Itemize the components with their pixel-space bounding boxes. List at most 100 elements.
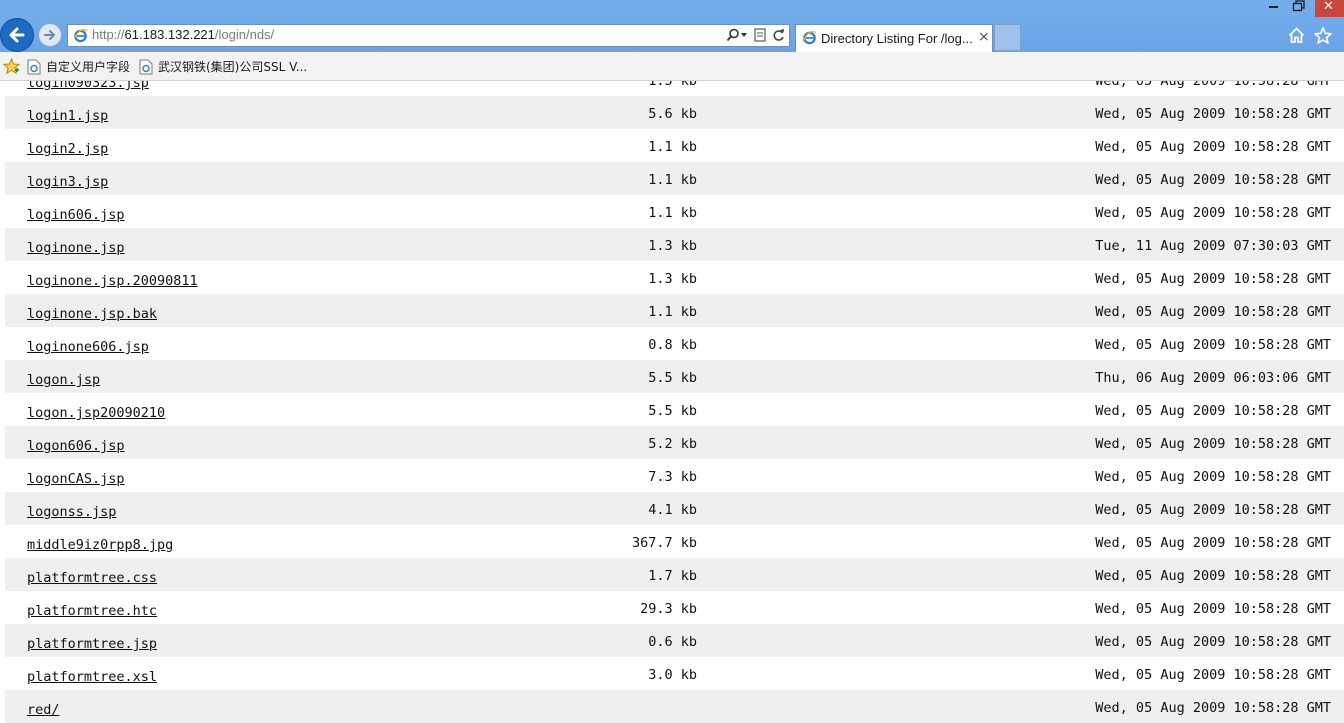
file-date: Wed, 05 Aug 2009 10:58:28 GMT	[1095, 304, 1331, 320]
table-row: logon.jsp 5.5 kb Thu, 06 Aug 2009 06:03:06…	[5, 360, 1344, 393]
file-date: Wed, 05 Aug 2009 10:58:28 GMT	[1095, 139, 1331, 155]
file-size: 7.3 kb	[648, 469, 697, 485]
back-button[interactable]	[0, 18, 34, 52]
file-size: 1.1 kb	[648, 205, 697, 221]
table-row: platformtree.xsl 3.0 kb Wed, 05 Aug 2009 1…	[5, 657, 1344, 690]
file-link[interactable]: login606.jsp	[27, 207, 125, 223]
file-link[interactable]: logon.jsp20090210	[27, 405, 165, 421]
ie-logo-icon	[73, 28, 88, 43]
page-icon	[139, 59, 153, 75]
file-link[interactable]: platformtree.jsp	[27, 636, 157, 652]
favorite-label: 自定义用户字段	[46, 60, 131, 74]
file-date: Wed, 05 Aug 2009 10:58:28 GMT	[1095, 271, 1331, 287]
table-row: loginone606.jsp 0.8 kb Wed, 05 Aug 2009 10…	[5, 327, 1344, 360]
url-scheme: http://	[92, 27, 125, 42]
close-icon[interactable]: ×	[978, 29, 990, 45]
table-row: login606.jsp 1.1 kb Wed, 05 Aug 2009 10:58…	[5, 195, 1344, 228]
file-date: Tue, 11 Aug 2009 07:30:03 GMT	[1095, 238, 1331, 254]
file-size: 1.3 kb	[648, 238, 697, 254]
window-close-button[interactable]: ✕	[1315, 0, 1344, 17]
file-link[interactable]: loginone.jsp	[27, 240, 125, 256]
file-date: Wed, 05 Aug 2009 10:58:28 GMT	[1095, 700, 1331, 716]
favorites-bar: 自定义用户字段 武汉钢铁(集团)公司SSL V...	[0, 52, 1344, 81]
favorite-label: 武汉钢铁(集团)公司SSL V...	[158, 60, 308, 74]
add-favorite-icon[interactable]	[3, 58, 20, 75]
favorites-star-icon[interactable]	[1314, 27, 1332, 44]
file-link[interactable]: platformtree.xsl	[27, 669, 157, 685]
close-icon: ✕	[1323, 0, 1334, 14]
file-link[interactable]: login2.jsp	[27, 141, 108, 157]
file-size: 1.7 kb	[648, 568, 697, 584]
file-date: Wed, 05 Aug 2009 10:58:28 GMT	[1095, 205, 1331, 221]
table-row: platformtree.jsp 0.6 kb Wed, 05 Aug 2009 1…	[5, 624, 1344, 657]
file-size: 0.8 kb	[648, 337, 697, 353]
file-date: Wed, 05 Aug 2009 10:58:28 GMT	[1095, 667, 1331, 683]
browser-chrome: http://61.183.132.221/login/nds/ Directo…	[0, 0, 1344, 81]
tab-directory-listing[interactable]: Directory Listing For /log... ×	[795, 24, 993, 52]
file-link[interactable]: loginone.jsp.bak	[27, 306, 157, 322]
home-icon[interactable]	[1288, 27, 1305, 43]
file-size: 3.0 kb	[648, 667, 697, 683]
table-row: login3.jsp 1.1 kb Wed, 05 Aug 2009 10:58:2…	[5, 162, 1344, 195]
search-icon[interactable]	[726, 28, 748, 42]
table-row: logonCAS.jsp 7.3 kb Wed, 05 Aug 2009 10:58…	[5, 459, 1344, 492]
table-row: loginone.jsp 1.3 kb Tue, 11 Aug 2009 07:30…	[5, 228, 1344, 261]
table-row: red/Wed, 05 Aug 2009 10:58:28 GMT	[5, 690, 1344, 723]
table-row: login1.jsp 5.6 kb Wed, 05 Aug 2009 10:58:2…	[5, 96, 1344, 129]
file-link[interactable]: logon.jsp	[27, 372, 100, 388]
table-row: loginone.jsp.20090811 1.3 kb Wed, 05 Aug 2…	[5, 261, 1344, 294]
refresh-icon[interactable]	[772, 28, 785, 42]
favorite-item-1[interactable]: 自定义用户字段	[27, 58, 137, 76]
directory-listing: login090323.jsp 1.5 kb Wed, 05 Aug 2009 10…	[5, 63, 1344, 723]
table-row: middle9iz0rpp8.jpg 367.7 kb Wed, 05 Aug 20…	[5, 525, 1344, 558]
favorite-item-2[interactable]: 武汉钢铁(集团)公司SSL V...	[139, 58, 309, 76]
file-link[interactable]: red/	[27, 702, 60, 718]
file-size: 5.5 kb	[648, 403, 697, 419]
file-size: 5.5 kb	[648, 370, 697, 386]
new-tab-button[interactable]	[994, 24, 1021, 51]
table-row: logon.jsp20090210 5.5 kb Wed, 05 Aug 2009 …	[5, 393, 1344, 426]
file-date: Wed, 05 Aug 2009 10:58:28 GMT	[1095, 502, 1331, 518]
file-date: Wed, 05 Aug 2009 10:58:28 GMT	[1095, 469, 1331, 485]
file-link[interactable]: loginone606.jsp	[27, 339, 149, 355]
tab-title: Directory Listing For /log...	[821, 31, 973, 46]
file-date: Wed, 05 Aug 2009 10:58:28 GMT	[1095, 172, 1331, 188]
file-link[interactable]: middle9iz0rpp8.jpg	[27, 537, 173, 553]
file-size: 367.7 kb	[631, 535, 697, 551]
back-arrow-icon	[9, 27, 25, 43]
table-row: logon606.jsp 5.2 kb Wed, 05 Aug 2009 10:58…	[5, 426, 1344, 459]
file-size: 0.6 kb	[648, 634, 697, 650]
file-date: Wed, 05 Aug 2009 10:58:28 GMT	[1095, 568, 1331, 584]
restore-icon[interactable]	[1292, 0, 1306, 12]
address-tools	[726, 28, 785, 42]
file-link[interactable]: login3.jsp	[27, 174, 108, 190]
file-size: 1.3 kb	[648, 271, 697, 287]
table-row: logonss.jsp 4.1 kb Wed, 05 Aug 2009 10:58:…	[5, 492, 1344, 525]
file-size: 4.1 kb	[648, 502, 697, 518]
minimize-icon[interactable]	[1267, 0, 1281, 10]
file-date: Thu, 06 Aug 2009 06:03:06 GMT	[1095, 370, 1331, 386]
table-row: loginone.jsp.bak 1.1 kb Wed, 05 Aug 2009 1…	[5, 294, 1344, 327]
table-row: login2.jsp 1.1 kb Wed, 05 Aug 2009 10:58:2…	[5, 129, 1344, 162]
file-size: 1.1 kb	[648, 304, 697, 320]
address-bar[interactable]: http://61.183.132.221/login/nds/	[67, 24, 790, 47]
file-date: Wed, 05 Aug 2009 10:58:28 GMT	[1095, 436, 1331, 452]
file-date: Wed, 05 Aug 2009 10:58:28 GMT	[1095, 106, 1331, 122]
file-link[interactable]: platformtree.htc	[27, 603, 157, 619]
file-link[interactable]: platformtree.css	[27, 570, 157, 586]
file-size: 1.1 kb	[648, 172, 697, 188]
table-row: platformtree.css 1.7 kb Wed, 05 Aug 2009 1…	[5, 558, 1344, 591]
forward-button[interactable]	[38, 23, 62, 47]
page-icon	[27, 59, 41, 75]
url-path: /login/nds/	[214, 27, 275, 42]
file-size: 29.3 kb	[640, 601, 697, 617]
compat-view-icon[interactable]	[754, 28, 766, 42]
file-link[interactable]: login1.jsp	[27, 108, 108, 124]
file-link[interactable]: logonss.jsp	[27, 504, 116, 520]
file-date: Wed, 05 Aug 2009 10:58:28 GMT	[1095, 634, 1331, 650]
address-text[interactable]: http://61.183.132.221/login/nds/	[92, 27, 274, 42]
file-link[interactable]: logon606.jsp	[27, 438, 125, 454]
file-size: 5.2 kb	[648, 436, 697, 452]
file-link[interactable]: logonCAS.jsp	[27, 471, 125, 487]
file-link[interactable]: loginone.jsp.20090811	[27, 273, 198, 289]
